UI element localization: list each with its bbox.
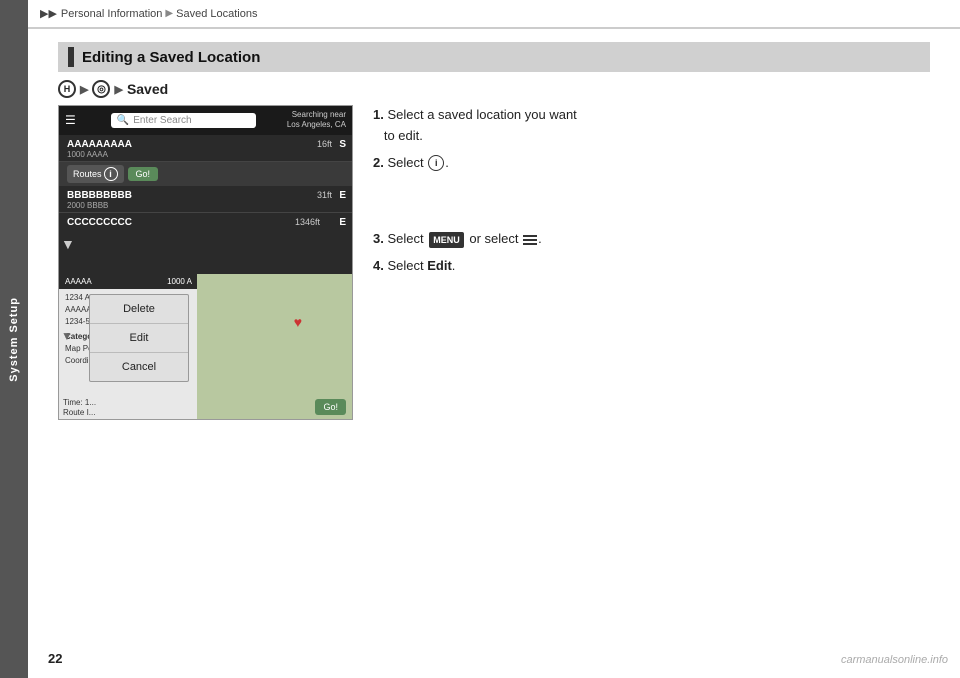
routes-button[interactable]: Routes i	[67, 165, 124, 183]
item3-letter: E	[339, 217, 346, 228]
nav-icon-h: H	[58, 80, 76, 98]
step3: 3. Select MENU or select .	[373, 229, 940, 250]
item2-sub: 2000 BBBB	[67, 201, 344, 210]
routes-row: Routes i Go!	[59, 162, 352, 186]
item2-name: BBBBBBBBB	[67, 190, 344, 201]
sidebar-label: System Setup	[8, 297, 20, 382]
nav-path: H ▶ ◎ ▶ Saved	[58, 80, 168, 98]
context-menu: Delete Edit Cancel	[89, 294, 189, 382]
nav-icon-circle: ◎	[92, 80, 110, 98]
step4-text: Select	[387, 258, 423, 273]
routes-label: Routes	[73, 169, 102, 179]
item1-dist: 16ft	[317, 139, 332, 149]
scroll-down-arrow[interactable]: ▼	[61, 236, 75, 252]
menu-button-icon: MENU	[429, 232, 464, 248]
item3-dist: 1346ft	[295, 217, 320, 227]
sidebar: System Setup	[0, 0, 28, 678]
step2-num: 2.	[373, 155, 384, 170]
map-item-addr: 1000 A	[167, 277, 192, 286]
heart-icon: ♥	[294, 314, 302, 330]
breadcrumb-part1: Personal Information	[61, 8, 163, 20]
go-button[interactable]: Go!	[128, 167, 159, 181]
page-number: 22	[48, 651, 62, 666]
search-panel: ☰ 🔍 Enter Search Searching nearLos Angel…	[59, 106, 352, 274]
menu-icon-small: ☰	[65, 113, 80, 127]
list-item-1[interactable]: AAAAAAAAA 1000 AAAA 16ft S	[59, 135, 352, 162]
nav-arrow1: ▶	[80, 83, 88, 96]
main-content: ▶▶ Personal Information ▶ Saved Location…	[28, 0, 960, 678]
map-right: ♥ Go!	[197, 274, 352, 420]
section-heading: Editing a Saved Location	[58, 42, 930, 72]
top-divider	[28, 28, 960, 29]
step2-text: Select	[387, 155, 423, 170]
context-cancel[interactable]: Cancel	[90, 353, 188, 381]
map-panel: AAAAA 1000 A 1234 AAAAAAAA1234-567 Categ…	[59, 274, 352, 420]
list-item-3[interactable]: CCCCCCCCC 1346ft E	[59, 213, 352, 230]
map-item-name: AAAAA	[65, 277, 92, 286]
step1-num: 1.	[373, 107, 384, 122]
info-icon[interactable]: i	[104, 167, 118, 181]
breadcrumb-sep1: ▶	[165, 8, 173, 19]
search-icon-small: 🔍	[117, 115, 129, 126]
info-circle-icon: i	[428, 155, 444, 171]
map-scroll-arrow[interactable]: ▼	[61, 329, 73, 343]
step3-text: Select	[387, 231, 423, 246]
route-label-map: Route I...	[63, 408, 95, 417]
nav-label-saved: Saved	[127, 81, 168, 97]
step4-num: 4.	[373, 258, 384, 273]
item2-letter: E	[339, 190, 346, 201]
map-left-header: AAAAA 1000 A	[59, 274, 198, 289]
map-go-button[interactable]: Go!	[315, 399, 346, 415]
search-near-text: Searching nearLos Angeles, CA	[287, 110, 346, 131]
item2-dist: 31ft	[317, 190, 332, 200]
step4-bold: Edit	[427, 258, 452, 273]
step3-num: 3.	[373, 231, 384, 246]
watermark: carmanualsonline.info	[841, 654, 948, 666]
heading-bar-icon	[68, 47, 74, 67]
breadcrumb-arrow1: ▶▶	[40, 7, 57, 20]
screenshot-area: ☰ 🔍 Enter Search Searching nearLos Angel…	[58, 105, 353, 420]
breadcrumb-part2: Saved Locations	[176, 8, 257, 20]
section-heading-text: Editing a Saved Location	[82, 49, 260, 66]
step3-mid: or select	[469, 231, 518, 246]
breadcrumb-bar: ▶▶ Personal Information ▶ Saved Location…	[28, 0, 960, 28]
context-edit[interactable]: Edit	[90, 324, 188, 353]
step4: 4. Select Edit.	[373, 256, 940, 277]
list-item-2[interactable]: BBBBBBBBB 2000 BBBB 31ft E	[59, 186, 352, 213]
list-lines-icon	[523, 233, 537, 247]
context-delete[interactable]: Delete	[90, 295, 188, 324]
nav-arrow2: ▶	[114, 83, 122, 96]
search-bar: ☰ 🔍 Enter Search Searching nearLos Angel…	[59, 106, 352, 135]
step2: 2. Select i.	[373, 153, 940, 174]
item1-sub: 1000 AAAA	[67, 150, 344, 159]
step1: 1. Select a saved location you want to e…	[373, 105, 940, 147]
item1-letter: S	[339, 139, 346, 150]
gap-spacer	[373, 179, 940, 229]
search-input-box[interactable]: 🔍 Enter Search	[111, 113, 256, 128]
instructions-panel: 1. Select a saved location you want to e…	[373, 105, 940, 283]
search-placeholder: Enter Search	[133, 115, 191, 126]
route-time-map: Time: 1...	[63, 398, 96, 407]
item1-name: AAAAAAAAA	[67, 139, 344, 150]
